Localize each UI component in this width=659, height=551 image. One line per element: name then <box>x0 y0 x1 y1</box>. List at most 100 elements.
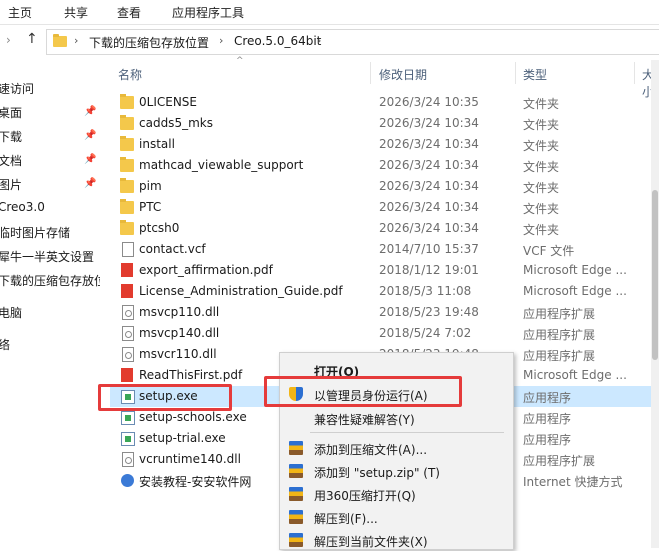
folder-icon <box>120 157 134 172</box>
pin-icon: 📌 <box>84 154 97 165</box>
address-box[interactable]: › 下载的压缩包存放位置 › Creo.5.0_64bit › <box>46 29 659 55</box>
nav-item-downloads[interactable]: 下载 <box>0 128 22 145</box>
pin-icon: 📌 <box>84 130 97 141</box>
nav-item-download-archives[interactable]: 下载的压缩包存放位 <box>0 272 100 289</box>
file-row[interactable]: ptcsh0 2026/3/24 10:34 文件夹 <box>110 218 659 239</box>
column-divider[interactable] <box>515 62 516 84</box>
dll-icon <box>122 347 134 362</box>
file-name: export_affirmation.pdf <box>139 263 273 277</box>
scrollbar-thumb[interactable] <box>652 190 658 360</box>
file-row[interactable]: msvcp140.dll 2018/5/24 7:02 应用程序扩展 <box>110 323 659 344</box>
tab-view[interactable]: 查看 <box>117 4 141 21</box>
breadcrumb-creo[interactable]: Creo.5.0_64bit <box>234 34 321 48</box>
file-date: 2026/3/24 10:34 <box>379 158 479 172</box>
pin-icon: 📌 <box>84 106 97 117</box>
file-row[interactable]: msvcp110.dll 2018/5/23 19:48 应用程序扩展 <box>110 302 659 323</box>
file-row[interactable]: mathcad_viewable_support 2026/3/24 10:34 文… <box>110 155 659 176</box>
file-row[interactable]: install 2026/3/24 10:34 文件夹 <box>110 134 659 155</box>
tab-share[interactable]: 共享 <box>64 4 88 21</box>
file-date: 2026/3/24 10:34 <box>379 116 479 130</box>
chevron-right-icon[interactable]: › <box>219 34 223 47</box>
file-type: Microsoft Edge ... <box>523 284 627 298</box>
pdf-icon <box>121 284 133 298</box>
nav-item-desktop[interactable]: 桌面 <box>0 104 22 121</box>
exe-icon <box>121 432 135 446</box>
back-icon[interactable]: › <box>6 33 11 47</box>
file-name: setup-trial.exe <box>139 431 226 445</box>
nav-item-temp-pictures[interactable]: 临时图片存储 <box>0 224 70 241</box>
file-type: 文件夹 <box>523 139 560 153</box>
folder-icon <box>120 220 134 235</box>
file-name: ptcsh0 <box>139 221 180 235</box>
menu-item-open-360[interactable]: 用360压缩打开(Q) <box>280 483 513 505</box>
chevron-right-icon[interactable]: › <box>74 34 78 47</box>
file-name: License_Administration_Guide.pdf <box>139 284 343 298</box>
file-type: VCF 文件 <box>523 244 575 258</box>
column-divider[interactable] <box>370 62 371 84</box>
file-date: 2026/3/24 10:34 <box>379 200 479 214</box>
archive-icon <box>289 487 303 501</box>
chevron-right-icon[interactable]: › <box>317 34 321 47</box>
file-row[interactable]: License_Administration_Guide.pdf 2018/5/3… <box>110 281 659 302</box>
file-date: 2026/3/24 10:34 <box>379 137 479 151</box>
breadcrumb-downloads[interactable]: 下载的压缩包存放位置 <box>89 34 209 51</box>
file-type: Microsoft Edge ... <box>523 263 627 277</box>
highlight-box-setup <box>98 384 232 411</box>
up-arrow-icon[interactable]: ↑ <box>26 31 38 47</box>
file-row[interactable]: contact.vcf 2014/7/10 15:37 VCF 文件 <box>110 239 659 260</box>
folder-icon <box>120 136 134 151</box>
file-type: 文件夹 <box>523 97 560 111</box>
file-type: 文件夹 <box>523 160 560 174</box>
file-type: 应用程序扩展 <box>523 349 596 363</box>
pdf-icon <box>121 368 133 382</box>
nav-item-network[interactable]: 络 <box>0 336 10 353</box>
file-row[interactable]: 0LICENSE 2026/3/24 10:35 文件夹 <box>110 92 659 113</box>
nav-item-this-pc[interactable]: 电脑 <box>0 304 22 321</box>
pdf-icon <box>121 263 133 277</box>
folder-icon <box>120 115 134 130</box>
file-type: Internet 快捷方式 <box>523 475 623 489</box>
internet-shortcut-icon <box>121 474 134 487</box>
folder-icon <box>120 199 134 214</box>
nav-item-creo3[interactable]: Creo3.0 <box>0 200 45 214</box>
file-date: 2018/1/12 19:01 <box>379 263 479 277</box>
file-row[interactable]: cadds5_mks 2026/3/24 10:34 文件夹 <box>110 113 659 134</box>
file-row[interactable]: PTC 2026/3/24 10:34 文件夹 <box>110 197 659 218</box>
menu-item-add-zip[interactable]: 添加到 "setup.zip" (T) <box>280 460 513 482</box>
column-header-type[interactable]: 类型 <box>523 66 547 83</box>
tab-home[interactable]: 主页 <box>8 4 32 21</box>
file-type: Microsoft Edge ... <box>523 368 627 382</box>
file-name: msvcp140.dll <box>139 326 220 340</box>
vertical-scrollbar[interactable] <box>651 60 659 548</box>
file-type: 文件夹 <box>523 181 560 195</box>
file-name: mathcad_viewable_support <box>139 158 304 172</box>
file-type: 应用程序扩展 <box>523 328 596 342</box>
tab-app-tools[interactable]: 应用程序工具 <box>172 4 244 21</box>
nav-item-rhino[interactable]: 犀牛一半英文设置 <box>0 248 94 265</box>
file-date: 2018/5/24 7:02 <box>379 326 472 340</box>
file-type: 应用程序扩展 <box>523 307 596 321</box>
file-type: 应用程序 <box>523 433 572 447</box>
column-divider[interactable] <box>634 62 635 84</box>
exe-icon <box>121 411 135 425</box>
file-type: 文件夹 <box>523 118 560 132</box>
menu-item-extract-to[interactable]: 解压到(F)... <box>280 506 513 528</box>
column-header-name[interactable]: 名称 <box>118 66 142 83</box>
file-type: 应用程序 <box>523 412 572 426</box>
nav-item-documents[interactable]: 文档 <box>0 152 22 169</box>
file-name: cadds5_mks <box>139 116 213 130</box>
address-bar: › ↑ › 下载的压缩包存放位置 › Creo.5.0_64bit › <box>0 25 659 57</box>
menu-item-add-archive[interactable]: 添加到压缩文件(A)... <box>280 437 513 459</box>
column-header-date[interactable]: 修改日期 <box>379 66 427 83</box>
folder-icon <box>53 34 67 47</box>
file-row[interactable]: pim 2026/3/24 10:34 文件夹 <box>110 176 659 197</box>
file-row[interactable]: export_affirmation.pdf 2018/1/12 19:01 Mic… <box>110 260 659 281</box>
nav-item-pictures[interactable]: 图片 <box>0 176 22 193</box>
file-type: 文件夹 <box>523 202 560 216</box>
highlight-box-run-as-admin <box>264 376 462 407</box>
file-name: 安装教程-安安软件网 <box>139 475 252 489</box>
nav-item-quick-access[interactable]: 速访问 <box>0 80 34 97</box>
file-type: 应用程序扩展 <box>523 454 596 468</box>
file-date: 2026/3/24 10:34 <box>379 221 479 235</box>
menu-item-compat[interactable]: 兼容性疑难解答(Y) <box>280 407 513 429</box>
